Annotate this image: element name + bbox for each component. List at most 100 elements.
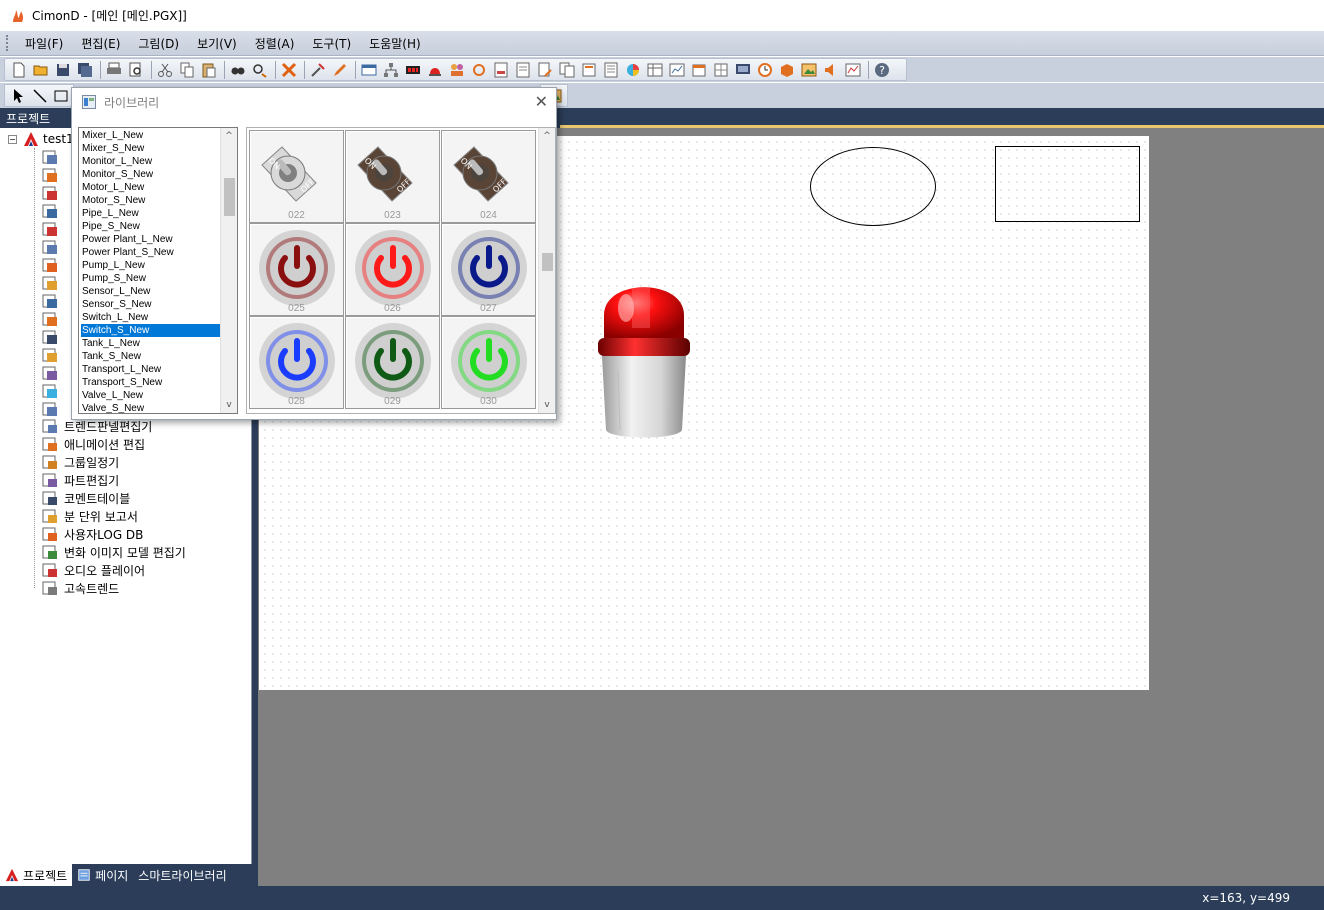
trend-button[interactable] xyxy=(667,60,687,80)
script-button[interactable] xyxy=(579,60,599,80)
tree-node-icon[interactable] xyxy=(42,185,58,201)
users-button[interactable] xyxy=(447,60,467,80)
menu-draw[interactable]: 그림(D) xyxy=(129,35,188,52)
save-all-button[interactable] xyxy=(75,60,95,80)
tools-button[interactable] xyxy=(308,60,328,80)
list-button[interactable] xyxy=(601,60,621,80)
menu-edit[interactable]: 편집(E) xyxy=(72,35,129,52)
speaker-button[interactable] xyxy=(821,60,841,80)
library-thumbnail[interactable]: 028 xyxy=(249,316,344,409)
tree-node-icon[interactable] xyxy=(42,365,58,381)
monitor-button[interactable] xyxy=(733,60,753,80)
library-thumbnail[interactable]: ON OFF 024 xyxy=(441,130,536,223)
library-category-item[interactable]: Transport_S_New xyxy=(81,376,221,389)
tree-node-icon[interactable] xyxy=(42,293,58,309)
clock-button[interactable] xyxy=(755,60,775,80)
library-thumbnail[interactable]: 026 xyxy=(345,223,440,316)
library-category-item[interactable]: Power Plant_L_New xyxy=(81,233,221,246)
library-category-item[interactable]: Pipe_S_New xyxy=(81,220,221,233)
tree-node-icon[interactable] xyxy=(42,383,58,399)
tree-item[interactable]: 사용자LOG DB xyxy=(42,525,143,543)
category-scrollbar[interactable]: ^ v xyxy=(220,128,237,413)
report-button[interactable] xyxy=(491,60,511,80)
ellipse-shape[interactable] xyxy=(810,147,936,226)
find-button[interactable] xyxy=(228,60,248,80)
library-category-item[interactable]: Tank_S_New xyxy=(81,350,221,363)
library-titlebar[interactable]: 라이브러리 ✕ xyxy=(72,88,556,116)
open-folder-button[interactable] xyxy=(31,60,51,80)
library-category-item[interactable]: Monitor_L_New xyxy=(81,155,221,168)
menu-align[interactable]: 정렬(A) xyxy=(246,35,304,52)
window-button[interactable] xyxy=(359,60,379,80)
menu-help[interactable]: 도움말(H) xyxy=(360,35,430,52)
collapse-icon[interactable]: − xyxy=(8,134,17,144)
library-category-item[interactable]: Valve_L_New xyxy=(81,389,221,402)
tree-node-icon[interactable] xyxy=(42,167,58,183)
library-category-item[interactable]: Switch_L_New xyxy=(81,311,221,324)
library-category-item[interactable]: Sensor_S_New xyxy=(81,298,221,311)
library-category-item[interactable]: Motor_S_New xyxy=(81,194,221,207)
library-category-item[interactable]: Pump_S_New xyxy=(81,272,221,285)
tab-page[interactable]: 페이지 xyxy=(72,864,133,886)
library-category-item[interactable]: Motor_L_New xyxy=(81,181,221,194)
print-button[interactable] xyxy=(104,60,124,80)
red-beacon-lamp[interactable] xyxy=(592,270,696,442)
chart-button[interactable] xyxy=(843,60,863,80)
library-category-item[interactable]: Pipe_L_New xyxy=(81,207,221,220)
menu-tools[interactable]: 도구(T) xyxy=(303,35,360,52)
tree-item[interactable]: 그룹일정기 xyxy=(42,453,119,471)
picture-button[interactable] xyxy=(799,60,819,80)
library-category-list[interactable]: Mixer_L_New Mixer_S_New Monitor_L_New Monit… xyxy=(78,127,238,414)
tree-node-icon[interactable] xyxy=(42,275,58,291)
network-button[interactable] xyxy=(381,60,401,80)
rectangle-shape[interactable] xyxy=(995,146,1140,222)
library-category-item[interactable]: Tank_L_New xyxy=(81,337,221,350)
grid-button[interactable] xyxy=(711,60,731,80)
scroll-up-icon[interactable]: ^ xyxy=(221,128,237,144)
tab-project[interactable]: 프로젝트 xyxy=(0,864,73,886)
table-button[interactable] xyxy=(645,60,665,80)
delete-button[interactable] xyxy=(279,60,299,80)
scroll-thumb[interactable] xyxy=(224,178,235,216)
alarm-button[interactable] xyxy=(425,60,445,80)
library-thumbnail[interactable]: 030 xyxy=(441,316,536,409)
library-thumbnail[interactable]: 029 xyxy=(345,316,440,409)
tree-item[interactable]: 코멘트테이블 xyxy=(42,489,130,507)
box-button[interactable] xyxy=(777,60,797,80)
library-category-item[interactable]: Transport_L_New xyxy=(81,363,221,376)
cut-button[interactable] xyxy=(155,60,175,80)
library-category-item[interactable]: Power Plant_S_New xyxy=(81,246,221,259)
scroll-down-icon[interactable]: v xyxy=(539,397,555,413)
tree-root[interactable]: − test1 xyxy=(8,131,74,147)
tab-smart-library[interactable]: 스마트라이브러리 xyxy=(133,864,231,886)
calendar-button[interactable] xyxy=(689,60,709,80)
scroll-thumb[interactable] xyxy=(542,253,553,271)
tree-node-icon[interactable] xyxy=(42,257,58,273)
menu-file[interactable]: 파일(F) xyxy=(16,35,72,52)
tree-item[interactable]: 고속트렌드 xyxy=(42,579,119,597)
library-category-item[interactable]: Monitor_S_New xyxy=(81,168,221,181)
library-thumbnail[interactable]: 025 xyxy=(249,223,344,316)
line-tool[interactable] xyxy=(30,86,49,106)
library-dialog[interactable]: 라이브러리 ✕ Mixer_L_New Mixer_S_New Monitor_L_… xyxy=(71,87,557,420)
tree-item[interactable]: 변화 이미지 모델 편집기 xyxy=(42,543,186,561)
docs-button[interactable] xyxy=(557,60,577,80)
tree-item[interactable]: 분 단위 보고서 xyxy=(42,507,138,525)
refresh-button[interactable] xyxy=(469,60,489,80)
tree-item[interactable]: 애니메이션 편집 xyxy=(42,435,145,453)
sheet-button[interactable] xyxy=(513,60,533,80)
library-thumbnail-grid[interactable]: ON OFF 022 ON OFF 023 ON OFF 024 025 026 027 028 029 0… xyxy=(246,127,556,414)
library-thumbnail[interactable]: 027 xyxy=(441,223,536,316)
scroll-down-icon[interactable]: v xyxy=(221,397,237,413)
library-category-item[interactable]: Sensor_L_New xyxy=(81,285,221,298)
close-icon[interactable]: ✕ xyxy=(535,92,548,111)
color-wheel-button[interactable] xyxy=(623,60,643,80)
print-preview-button[interactable] xyxy=(126,60,146,80)
library-category-item[interactable]: Mixer_S_New xyxy=(81,142,221,155)
paste-button[interactable] xyxy=(199,60,219,80)
library-thumbnail[interactable]: ON OFF 023 xyxy=(345,130,440,223)
library-category-item[interactable]: Switch_S_New xyxy=(81,324,221,337)
tree-node-icon[interactable] xyxy=(42,221,58,237)
pencil-button[interactable] xyxy=(330,60,350,80)
new-file-button[interactable] xyxy=(9,60,29,80)
